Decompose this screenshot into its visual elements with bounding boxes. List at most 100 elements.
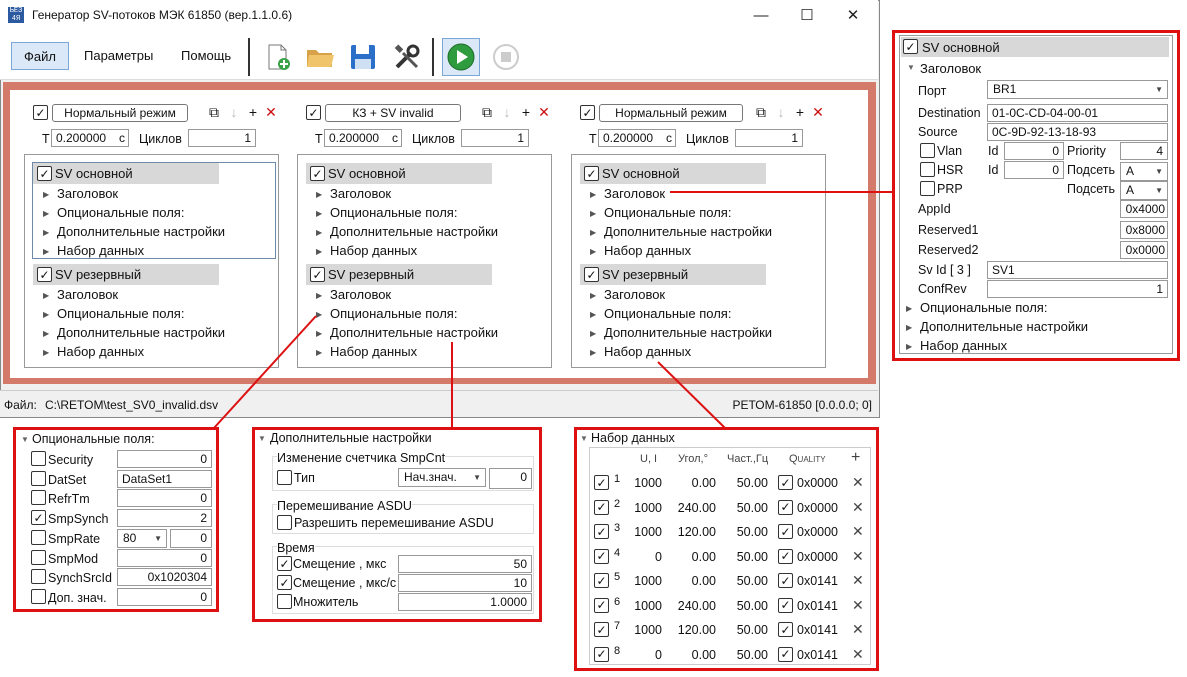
delete-row-icon[interactable]: ✕ [852,572,864,589]
dataset-quality-checkbox[interactable]: ✓ [778,524,793,539]
sv-reserve-item[interactable]: ▶ Набор данных [590,342,691,361]
sv-primary-item[interactable]: ▶ Дополнительные настройки [590,222,772,241]
close-button[interactable]: ✕ [830,0,876,30]
t-field[interactable]: 0.200000 с [324,129,402,147]
delete-row-icon[interactable]: ✕ [852,646,864,663]
dataset-cell-angle[interactable]: 0.00 [668,476,716,490]
sv-reserve-item[interactable]: ▶ Опциональные поля: [590,304,731,323]
arrow-down-icon[interactable]: ↓ [499,105,515,121]
optional-field-checkbox[interactable] [31,549,46,565]
delete-row-icon[interactable]: ✕ [852,548,864,565]
add-icon[interactable]: + [792,105,808,121]
sv-primary-item[interactable]: ▶ Заголовок [43,184,118,203]
sv-primary-item[interactable]: ▶ Опциональные поля: [590,203,731,222]
optional-field-value[interactable]: 0 [117,489,212,508]
offset2-field[interactable]: 10 [398,574,532,592]
sv-primary-bar[interactable]: SV основной [580,163,766,184]
sv-reserve-item[interactable]: ▶ Дополнительные настройки [316,323,498,342]
delete-row-icon[interactable]: ✕ [852,621,864,638]
delete-icon[interactable]: ✕ [536,105,552,121]
priority-field[interactable]: 4 [1120,142,1168,160]
dataset-cell-ui[interactable]: 0 [622,550,662,564]
svid-field[interactable]: SV1 [987,261,1168,279]
optional-field-value[interactable]: 0 [117,548,212,567]
multiplier-checkbox[interactable] [277,594,292,609]
stream-mode-button[interactable]: Нормальный режим [52,104,188,122]
optional-field-value[interactable]: DataSet1 [117,469,212,488]
delete-icon[interactable]: ✕ [263,105,279,121]
sv-primary-item[interactable]: ▶ Заголовок [316,184,391,203]
dataset-cell-freq[interactable]: 50.00 [728,476,768,490]
header-panel-item-optional[interactable]: ▶ Опциональные поля: [906,298,1047,317]
sv-reserve-item[interactable]: ▶ Заголовок [316,285,391,304]
optional-field-checkbox[interactable] [31,451,46,466]
dataset-quality-checkbox[interactable]: ✓ [778,597,793,613]
sv-reserve-bar[interactable]: SV резервный [306,264,492,285]
dataset-cell-ui[interactable]: 1000 [622,623,662,637]
stream-enable-checkbox[interactable]: ✓ [580,105,595,120]
sv-primary-item[interactable]: ▶ Дополнительные настройки [43,222,225,241]
dataset-cell-quality[interactable]: 0x0000 [797,525,838,539]
optional-field-value[interactable]: 2 [117,509,212,528]
copy-icon[interactable]: ⧉ [206,105,222,121]
optional-field-checkbox[interactable]: ✓ [31,510,46,526]
sv-primary-item[interactable]: ▶ Набор данных [590,241,691,260]
menu-help[interactable]: Помощь [169,42,243,70]
sv-reserve-item[interactable]: ▶ Заголовок [43,285,118,304]
header-panel-item-extra[interactable]: ▶ Дополнительные настройки [906,317,1088,336]
type-value-field[interactable]: 0 [489,468,532,489]
sv-reserve-item[interactable]: ▶ Заголовок [590,285,665,304]
sv-primary-checkbox[interactable]: ✓ [310,166,325,181]
stream-mode-button[interactable]: КЗ + SV invalid [325,104,461,122]
dataset-quality-checkbox[interactable]: ✓ [778,499,793,515]
expand-icon[interactable]: ▼ [580,434,588,443]
dataset-cell-quality[interactable]: 0x0000 [797,476,838,490]
dataset-cell-freq[interactable]: 50.00 [728,599,768,613]
sv-reserve-item[interactable]: ▶ Опциональные поля: [43,304,184,323]
dataset-cell-quality[interactable]: 0x0141 [797,574,838,588]
cycles-field[interactable]: 1 [461,129,529,147]
settings-tools-icon[interactable] [388,38,426,76]
dataset-cell-quality[interactable]: 0x0000 [797,550,838,564]
sv-primary-item[interactable]: ▶ Дополнительные настройки [316,222,498,241]
dataset-cell-freq[interactable]: 50.00 [728,525,768,539]
type-select[interactable]: Нач.знач. [398,468,486,487]
dataset-cell-ui[interactable]: 1000 [622,599,662,613]
dataset-cell-freq[interactable]: 50.00 [728,574,768,588]
source-field[interactable]: 0C-9D-92-13-18-93 [987,123,1168,141]
minimize-button[interactable]: — [738,0,784,30]
optional-field-value[interactable]: 0 [117,587,212,606]
sv-reserve-bar[interactable]: SV резервный [580,264,766,285]
delete-row-icon[interactable]: ✕ [852,597,864,614]
dataset-cell-ui[interactable]: 1000 [622,501,662,515]
dataset-quality-checkbox[interactable]: ✓ [778,646,793,662]
maximize-button[interactable]: ☐ [784,0,830,30]
delete-row-icon[interactable]: ✕ [852,474,864,491]
reserved2-field[interactable]: 0x0000 [1120,241,1168,259]
sv-primary-checkbox[interactable]: ✓ [903,39,918,54]
dataset-cell-quality[interactable]: 0x0141 [797,648,838,662]
sv-reserve-item[interactable]: ▶ Набор данных [43,342,144,361]
dataset-cell-angle[interactable]: 240.00 [668,599,716,613]
dataset-cell-quality[interactable]: 0x0000 [797,501,838,515]
dataset-cell-ui[interactable]: 1000 [622,525,662,539]
hsr-subnet-select[interactable]: A [1120,162,1168,181]
dataset-cell-angle[interactable]: 0.00 [668,574,716,588]
play-icon[interactable] [442,38,480,76]
expand-icon[interactable]: ▼ [258,434,266,443]
arrow-down-icon[interactable]: ↓ [226,105,242,121]
t-field[interactable]: 0.200000 с [598,129,676,147]
sv-primary-item[interactable]: ▶ Опциональные поля: [43,203,184,222]
arrow-down-icon[interactable]: ↓ [773,105,789,121]
vlan-checkbox[interactable] [920,143,935,158]
dataset-cell-ui[interactable]: 0 [622,648,662,662]
dataset-cell-angle[interactable]: 240.00 [668,501,716,515]
dataset-cell-angle[interactable]: 120.00 [668,525,716,539]
destination-field[interactable]: 01-0C-CD-04-00-01 [987,104,1168,122]
dataset-row-checkbox[interactable]: ✓ [594,597,609,613]
dataset-row-checkbox[interactable]: ✓ [594,499,609,515]
dataset-cell-ui[interactable]: 1000 [622,574,662,588]
open-folder-icon[interactable] [301,38,339,76]
dataset-quality-checkbox[interactable]: ✓ [778,573,793,588]
sv-primary-item[interactable]: ▶ Набор данных [316,241,417,260]
